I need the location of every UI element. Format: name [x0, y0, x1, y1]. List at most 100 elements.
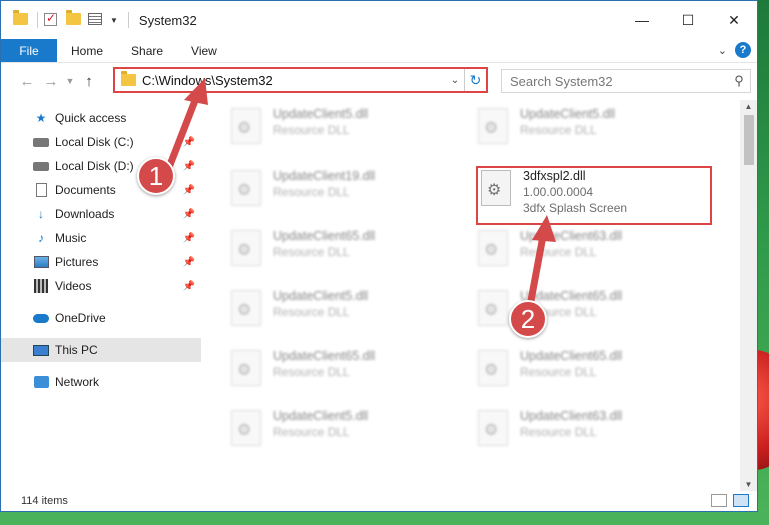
tab-view[interactable]: View: [177, 39, 231, 62]
sidebar-item-label: OneDrive: [55, 311, 106, 325]
scroll-down-arrow-icon[interactable]: ▼: [740, 480, 757, 489]
sidebar-item-label: Music: [55, 231, 87, 245]
file-name: UpdateClient19.dll: [273, 169, 376, 183]
dll-file-icon: [478, 230, 508, 266]
dll-file-icon: [478, 290, 508, 326]
address-bar[interactable]: C:\Windows\System32 ⌄ ↻: [113, 67, 488, 93]
title-separator: [127, 12, 129, 28]
annotation-badge-2: 2: [509, 300, 547, 338]
sidebar-item-onedrive[interactable]: OneDrive: [1, 306, 201, 330]
dll-file-icon: [231, 410, 261, 446]
sidebar-item-label: Videos: [55, 279, 92, 293]
sidebar-item-label: Downloads: [55, 207, 115, 221]
file-name: UpdateClient5.dll: [273, 289, 369, 303]
list-item[interactable]: UpdateClient5.dll Resource DLL: [229, 408, 464, 464]
pin-icon[interactable]: 📌: [183, 281, 195, 292]
sidebar-item-label: Quick access: [55, 111, 127, 125]
music-icon: ♪: [38, 231, 44, 245]
file-list: UpdateClient5.dll Resource DLL UpdateClie…: [201, 100, 740, 491]
pin-icon[interactable]: 📌: [183, 137, 195, 148]
tab-share[interactable]: Share: [117, 39, 177, 62]
file-name: UpdateClient5.dll: [520, 107, 616, 121]
item-count: 114 items: [21, 495, 68, 507]
forward-arrow-icon[interactable]: →: [39, 73, 63, 90]
list-item[interactable]: UpdateClient5.dll Resource DLL: [229, 288, 464, 344]
search-icon[interactable]: ⚲: [728, 73, 750, 89]
folder-icon: [121, 71, 136, 86]
new-folder-icon[interactable]: [66, 10, 81, 27]
sidebar-item-pictures[interactable]: Pictures 📌: [1, 250, 201, 274]
annotation-badge-1: 1: [137, 157, 175, 195]
file-description: Resource DLL: [273, 365, 350, 379]
customize-toolbar-chevron-icon[interactable]: ▼: [110, 16, 118, 25]
sidebar-item-network[interactable]: Network: [1, 370, 201, 394]
dll-file-icon: [478, 410, 508, 446]
search-box[interactable]: Search System32 ⚲: [501, 69, 751, 93]
details-view-icon[interactable]: [711, 494, 727, 507]
dll-file-icon: [478, 350, 508, 386]
dll-file-icon: [231, 350, 261, 386]
file-explorer-window: ▼ System32 — ☐ ✕ File Home Share View ⌄ …: [0, 0, 758, 512]
view-toggle: [711, 494, 749, 507]
pin-icon[interactable]: 📌: [183, 257, 195, 268]
scrollbar-thumb[interactable]: [744, 115, 754, 165]
checkmark-icon[interactable]: [44, 11, 58, 27]
ribbon-right-controls: ⌄ ?: [718, 42, 751, 58]
search-input[interactable]: Search System32: [510, 74, 728, 89]
file-description: Resource DLL: [273, 123, 350, 137]
list-item[interactable]: UpdateClient19.dll Resource DLL: [229, 168, 464, 224]
sidebar-item-this-pc[interactable]: This PC: [1, 338, 201, 362]
back-arrow-icon[interactable]: ←: [15, 73, 39, 90]
sidebar-item-label: Local Disk (C:): [55, 135, 134, 149]
tab-home[interactable]: Home: [57, 39, 117, 62]
file-name: UpdateClient65.dll: [520, 349, 623, 363]
tab-file[interactable]: File: [1, 39, 57, 62]
up-arrow-icon[interactable]: ↑: [77, 73, 101, 90]
recent-locations-chevron-icon[interactable]: ▼: [63, 76, 77, 86]
list-item[interactable]: UpdateClient65.dll Resource DLL: [229, 348, 464, 404]
refresh-icon[interactable]: ↻: [464, 69, 486, 91]
pin-icon[interactable]: 📌: [183, 185, 195, 196]
close-button[interactable]: ✕: [711, 1, 757, 39]
dll-file-icon: [231, 290, 261, 326]
ribbon-tabs: File Home Share View ⌄ ?: [1, 39, 757, 63]
list-item[interactable]: UpdateClient63.dll Resource DLL: [476, 408, 711, 464]
sidebar-item-downloads[interactable]: ↓ Downloads 📌: [1, 202, 201, 226]
scroll-up-arrow-icon[interactable]: ▲: [740, 102, 757, 111]
properties-icon[interactable]: [88, 13, 102, 27]
file-name: UpdateClient63.dll: [520, 409, 623, 423]
title-separator: [37, 12, 38, 28]
cloud-icon: [33, 310, 49, 326]
address-path[interactable]: C:\Windows\System32: [142, 73, 446, 88]
list-item[interactable]: UpdateClient63.dll Resource DLL: [476, 228, 711, 284]
list-item[interactable]: UpdateClient5.dll Resource DLL: [229, 106, 464, 162]
maximize-button[interactable]: ☐: [665, 1, 711, 39]
address-dropdown-chevron-icon[interactable]: ⌄: [446, 75, 464, 86]
vertical-scrollbar[interactable]: ▲ ▼: [740, 100, 757, 491]
minimize-button[interactable]: —: [619, 1, 665, 39]
file-name: UpdateClient65.dll: [273, 349, 376, 363]
dll-file-icon: [231, 108, 261, 144]
pin-icon[interactable]: 📌: [183, 233, 195, 244]
tiles-view-icon[interactable]: [733, 494, 749, 507]
disk-icon: [33, 134, 49, 150]
help-icon[interactable]: ?: [735, 42, 751, 58]
pin-icon[interactable]: 📌: [183, 161, 195, 172]
sidebar-item-music[interactable]: ♪ Music 📌: [1, 226, 201, 250]
videos-icon: [33, 278, 49, 294]
list-item[interactable]: UpdateClient5.dll Resource DLL: [476, 106, 711, 162]
dll-file-icon: [478, 108, 508, 144]
pin-icon[interactable]: 📌: [183, 209, 195, 220]
expand-ribbon-chevron-icon[interactable]: ⌄: [718, 44, 727, 57]
sidebar-item-local-disk-c[interactable]: Local Disk (C:) 📌: [1, 130, 201, 154]
sidebar-item-quick-access[interactable]: ★ Quick access: [1, 106, 201, 130]
file-description: Resource DLL: [273, 305, 350, 319]
sidebar-item-videos[interactable]: Videos 📌: [1, 274, 201, 298]
file-description: Resource DLL: [520, 365, 597, 379]
list-item[interactable]: UpdateClient65.dll Resource DLL: [229, 228, 464, 284]
file-description: Resource DLL: [520, 123, 597, 137]
file-name: UpdateClient65.dll: [273, 229, 376, 243]
file-description: Resource DLL: [520, 245, 597, 259]
list-item[interactable]: UpdateClient65.dll Resource DLL: [476, 348, 711, 404]
document-icon: [33, 182, 49, 198]
